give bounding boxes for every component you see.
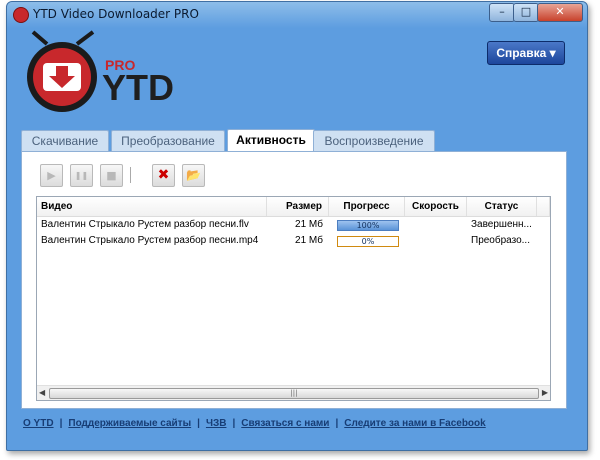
toolbar-divider: [130, 167, 131, 183]
tab-download[interactable]: Скачивание: [21, 130, 109, 151]
row-progress-bar: 100%: [337, 220, 399, 231]
ytd-logo: PRO YTD: [27, 30, 174, 112]
downloads-list[interactable]: Видео Размер Прогресс Скорость Статус Ва…: [36, 196, 551, 401]
row-size: 21 Мб: [295, 219, 323, 230]
column-header-progress[interactable]: Прогресс: [329, 197, 405, 216]
link-supported-sites[interactable]: Поддерживаемые сайты: [68, 418, 191, 429]
logo-antenna-right: [75, 30, 95, 46]
horizontal-scrollbar[interactable]: ◀ ||| ▶: [37, 385, 550, 400]
progress-text: 0%: [361, 237, 375, 246]
row-status: Завершенн...: [471, 219, 532, 230]
play-button[interactable]: ▶: [40, 164, 63, 187]
pause-icon: ❚❚: [74, 171, 89, 180]
column-header-speed[interactable]: Скорость: [405, 197, 467, 216]
footer-separator: |: [197, 418, 200, 429]
link-faq[interactable]: ЧЗВ: [206, 418, 227, 429]
delete-x-icon: ✖: [157, 167, 170, 183]
folder-icon: 📂: [186, 168, 201, 182]
scroll-right-icon[interactable]: ▶: [542, 388, 548, 397]
column-header-video[interactable]: Видео: [37, 197, 267, 216]
header-divider: [37, 216, 550, 217]
delete-button[interactable]: ✖: [152, 164, 175, 187]
chevron-down-icon: ▾: [549, 46, 556, 60]
row-size: 21 Мб: [295, 235, 323, 246]
minimize-button[interactable]: –: [489, 3, 515, 22]
footer-separator: |: [59, 418, 63, 429]
footer-separator: |: [335, 418, 339, 429]
column-header-size[interactable]: Размер: [267, 197, 329, 216]
progress-text: 100%: [356, 221, 380, 230]
title-bar[interactable]: YTD Video Downloader PRO – □ ✕: [7, 2, 587, 28]
link-contact[interactable]: Связаться с нами: [241, 418, 329, 429]
help-button[interactable]: Справка ▾: [487, 41, 565, 65]
row-progress-bar: 0%: [337, 236, 399, 247]
scroll-left-icon[interactable]: ◀: [39, 388, 45, 397]
row-status: Преобразо...: [471, 235, 530, 246]
ytd-app-icon[interactable]: [13, 7, 29, 23]
tab-convert[interactable]: Преобразование: [111, 130, 225, 151]
activity-panel: ▶ ❚❚ ■ ✖ 📂 Видео Размер Прогресс Скорост…: [21, 151, 567, 409]
logo-name-text: YTD: [102, 67, 174, 108]
stop-icon: ■: [106, 169, 117, 182]
app-window: YTD Video Downloader PRO – □ ✕ PRO YTD С…: [6, 1, 588, 451]
close-button[interactable]: ✕: [537, 3, 583, 22]
column-header-status[interactable]: Статус: [467, 197, 537, 216]
logo-antenna-left: [31, 30, 49, 46]
row-video-name: Валентин Стрыкало Рустем разбор песни.mp…: [41, 235, 259, 246]
footer-separator: |: [232, 418, 236, 429]
scrollbar-thumb[interactable]: |||: [49, 388, 539, 399]
window-title: YTD Video Downloader PRO: [33, 7, 199, 21]
tab-playback[interactable]: Воспроизведение: [313, 130, 435, 151]
tab-activity[interactable]: Активность: [227, 129, 315, 153]
play-icon: ▶: [47, 169, 56, 182]
pause-button[interactable]: ❚❚: [70, 164, 93, 187]
row-video-name: Валентин Стрыкало Рустем разбор песни.fl…: [41, 219, 249, 230]
open-folder-button[interactable]: 📂: [182, 164, 205, 187]
stop-button[interactable]: ■: [100, 164, 123, 187]
column-header-filler: [537, 197, 550, 216]
help-button-label: Справка: [496, 46, 547, 60]
link-about[interactable]: О YTD: [23, 418, 54, 429]
link-facebook[interactable]: Следите за нами в Facebook: [344, 418, 485, 429]
maximize-button[interactable]: □: [513, 3, 539, 22]
footer-links: О YTD | Поддерживаемые сайты | ЧЗВ | Связаться…: [23, 418, 486, 429]
